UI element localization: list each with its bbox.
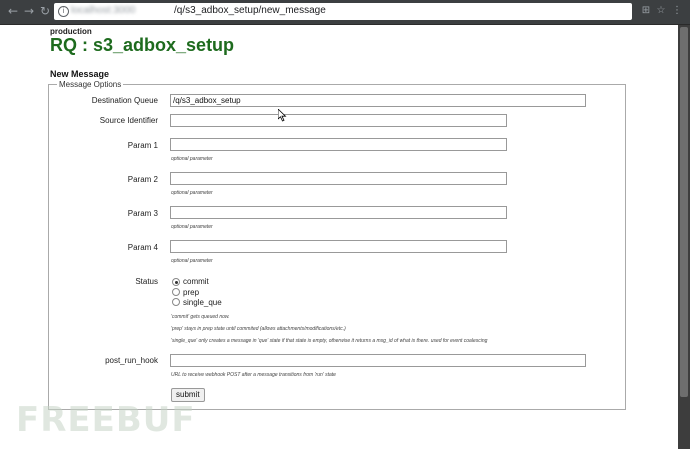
- status-commit-radio[interactable]: [172, 278, 180, 286]
- param-4-label: Param 4: [127, 243, 158, 252]
- section-title: New Message: [50, 69, 110, 79]
- destination-queue-input[interactable]: /q/s3_adbox_setup: [170, 94, 586, 107]
- status-label: Status: [135, 277, 158, 286]
- status-single-que-radio[interactable]: [172, 298, 180, 306]
- post-run-hook-help: URL to receive webhook POST after a mess…: [171, 372, 336, 378]
- param-2-label: Param 2: [127, 175, 158, 184]
- param-2-help: optional parameter: [171, 190, 213, 196]
- param-3-label: Param 3: [127, 209, 158, 218]
- info-icon[interactable]: i: [58, 6, 69, 17]
- scrollbar-thumb[interactable]: [680, 27, 688, 397]
- status-single-que-label: single_que: [183, 298, 222, 307]
- freebuf-watermark: FREEBUF: [16, 400, 196, 440]
- browser-toolbar: ← → ↻ i localhost:3000 /q/s3_adbox_setup…: [0, 0, 690, 25]
- forward-icon[interactable]: →: [22, 4, 36, 18]
- status-prep-label: prep: [183, 288, 200, 297]
- reload-icon[interactable]: ↻: [38, 4, 52, 18]
- fieldset-legend: Message Options: [57, 80, 124, 89]
- param-1-input[interactable]: [170, 138, 507, 151]
- scrollbar[interactable]: [678, 25, 690, 449]
- translate-icon[interactable]: ⊞: [640, 5, 652, 17]
- param-3-input[interactable]: [170, 206, 507, 219]
- address-bar[interactable]: i localhost:3000 /q/s3_adbox_setup/new_m…: [54, 3, 632, 20]
- menu-icon[interactable]: ⋮: [671, 5, 683, 17]
- source-identifier-input[interactable]: [170, 114, 507, 127]
- source-identifier-label: Source Identifier: [99, 116, 158, 125]
- param-3-help: optional parameter: [171, 224, 213, 230]
- status-help-single-que: 'single_que' only creates a message in '…: [171, 338, 488, 344]
- param-4-input[interactable]: [170, 240, 507, 253]
- status-commit-label: commit: [183, 277, 209, 286]
- status-help-prep: 'prep' stays in prep state until commite…: [171, 326, 346, 332]
- page-title: RQ : s3_adbox_setup: [50, 35, 235, 55]
- url-host: localhost:3000: [71, 5, 136, 16]
- post-run-hook-label: post_run_hook: [105, 356, 158, 365]
- post-run-hook-input[interactable]: [170, 354, 586, 367]
- param-4-help: optional parameter: [171, 258, 213, 264]
- star-icon[interactable]: ☆: [655, 5, 667, 17]
- param-2-input[interactable]: [170, 172, 507, 185]
- param-1-label: Param 1: [127, 141, 158, 150]
- back-icon[interactable]: ←: [6, 4, 20, 18]
- url-path: /q/s3_adbox_setup/new_message: [174, 5, 326, 16]
- status-prep-radio[interactable]: [172, 288, 180, 296]
- param-1-help: optional parameter: [171, 156, 213, 162]
- destination-queue-label: Destination Queue: [91, 96, 158, 105]
- status-help-commit: 'commit' gets queued now.: [171, 314, 230, 320]
